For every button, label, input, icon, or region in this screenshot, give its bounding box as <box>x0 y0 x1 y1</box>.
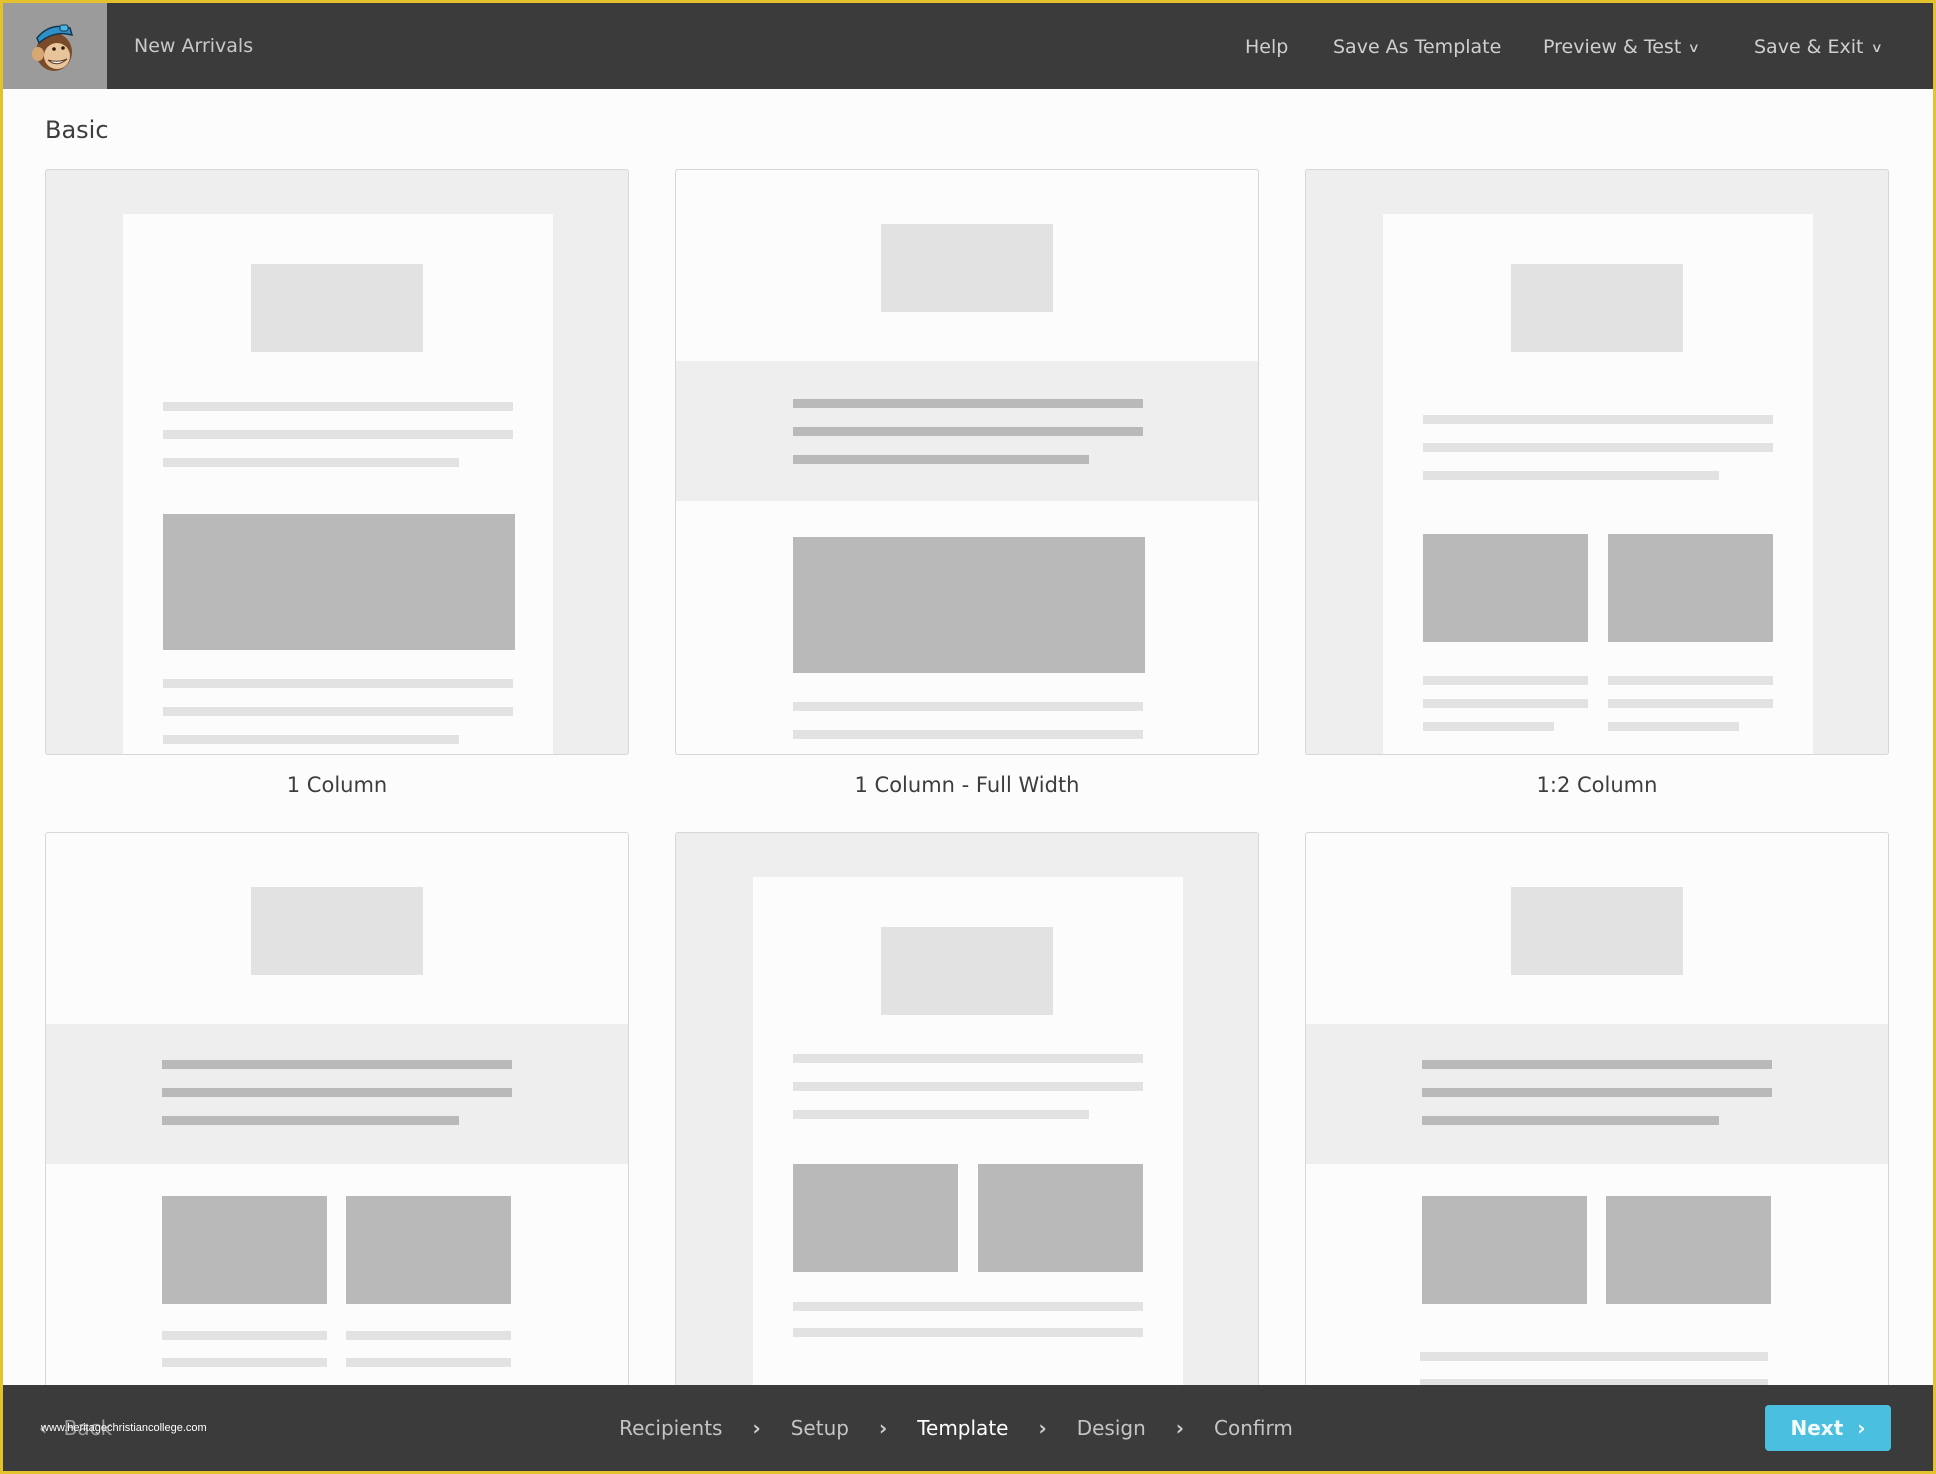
text-line-placeholder <box>163 430 513 439</box>
help-label: Help <box>1245 36 1289 58</box>
text-line-placeholder <box>793 1054 1143 1063</box>
chevron-right-icon: › <box>752 1416 761 1440</box>
text-line-placeholder <box>162 1358 327 1367</box>
text-line-placeholder <box>162 1060 512 1069</box>
template-card-1-2-column[interactable] <box>1305 169 1889 755</box>
text-line-placeholder <box>163 679 513 688</box>
text-line-placeholder <box>793 1328 1143 1337</box>
text-line-placeholder <box>793 455 1089 464</box>
text-line-placeholder <box>793 399 1143 408</box>
image-placeholder <box>1608 534 1773 642</box>
text-line-placeholder <box>162 1116 459 1125</box>
text-line-placeholder <box>1608 699 1773 708</box>
text-line-placeholder <box>163 735 459 744</box>
text-line-placeholder <box>793 1110 1089 1119</box>
text-line-placeholder <box>1608 676 1773 685</box>
template-card-6[interactable] <box>1305 832 1889 1418</box>
image-placeholder <box>1606 1196 1771 1304</box>
step-recipients[interactable]: Recipients <box>619 1416 722 1440</box>
section-title: Basic <box>45 116 109 144</box>
image-placeholder <box>793 537 1145 673</box>
next-button[interactable]: Next › <box>1765 1405 1891 1451</box>
text-line-placeholder <box>162 1331 327 1340</box>
image-placeholder <box>346 1196 511 1304</box>
preview-test-label: Preview & Test <box>1543 36 1682 58</box>
next-label: Next <box>1790 1416 1844 1440</box>
template-card-4[interactable] <box>45 832 629 1418</box>
template-label: 1 Column - Full Width <box>854 773 1080 797</box>
mailchimp-freddie-logo-icon <box>32 24 74 71</box>
step-confirm[interactable]: Confirm <box>1214 1416 1293 1440</box>
chevron-right-icon: › <box>1857 1416 1866 1440</box>
chevron-right-icon: › <box>1175 1416 1185 1440</box>
chevron-right-icon: › <box>878 1416 888 1440</box>
template-card-1-column[interactable] <box>45 169 629 755</box>
save-exit-dropdown[interactable]: Save & Exit ∨ <box>1754 3 1882 89</box>
text-line-placeholder <box>163 402 513 411</box>
text-line-placeholder <box>1423 676 1588 685</box>
text-line-placeholder <box>793 1302 1143 1311</box>
text-line-placeholder <box>1423 443 1773 452</box>
help-link[interactable]: Help <box>1245 3 1288 89</box>
text-line-placeholder <box>1422 1116 1719 1125</box>
logo-placeholder <box>251 264 423 352</box>
image-placeholder <box>978 1164 1143 1272</box>
template-card-1-column-full-width[interactable] <box>675 169 1259 755</box>
text-line-placeholder <box>1423 415 1773 424</box>
template-label: 1 Column <box>286 773 388 797</box>
email-preview-body <box>1383 214 1813 754</box>
text-line-placeholder <box>346 1358 511 1367</box>
text-line-placeholder <box>793 730 1143 739</box>
image-placeholder <box>793 1164 958 1272</box>
text-line-placeholder <box>793 1082 1143 1091</box>
preview-test-dropdown[interactable]: Preview & Test ∨ <box>1543 3 1700 89</box>
campaign-title: New Arrivals <box>134 35 254 57</box>
logo-button[interactable] <box>3 3 107 89</box>
text-line-placeholder <box>1420 1352 1768 1361</box>
text-line-placeholder <box>162 1088 512 1097</box>
text-line-placeholder <box>1423 722 1554 731</box>
text-line-placeholder <box>1422 1060 1772 1069</box>
save-exit-label: Save & Exit <box>1754 36 1864 58</box>
save-as-template-button[interactable]: Save As Template <box>1333 3 1501 89</box>
logo-placeholder <box>881 224 1053 312</box>
save-as-template-label: Save As Template <box>1333 36 1502 58</box>
chevron-right-icon: › <box>1038 1416 1047 1440</box>
wizard-footer: ‹ Back www.heritagechristiancollege.com … <box>3 1385 1933 1471</box>
template-card-5[interactable] <box>675 832 1259 1418</box>
step-template[interactable]: Template <box>917 1416 1008 1440</box>
image-placeholder <box>1422 1196 1587 1304</box>
text-line-placeholder <box>163 458 459 467</box>
template-label: 1:2 Column <box>1536 773 1658 797</box>
top-header: New Arrivals Help Save As Template Previ… <box>3 3 1933 89</box>
wizard-steps: Recipients › Setup › Template › Design ›… <box>3 1385 1933 1471</box>
app-frame: New Arrivals Help Save As Template Previ… <box>3 3 1933 1471</box>
email-preview-body <box>123 214 553 754</box>
logo-placeholder <box>1511 887 1683 975</box>
image-placeholder <box>1423 534 1588 642</box>
text-line-placeholder <box>1423 699 1588 708</box>
email-preview-body <box>753 877 1183 1417</box>
chevron-down-icon: ∨ <box>1870 41 1883 56</box>
text-line-placeholder <box>163 707 513 716</box>
text-line-placeholder <box>1608 722 1739 731</box>
logo-placeholder <box>251 887 423 975</box>
step-design[interactable]: Design <box>1077 1416 1146 1440</box>
text-line-placeholder <box>1423 471 1719 480</box>
logo-placeholder <box>881 927 1053 1015</box>
chevron-down-icon: ∨ <box>1687 41 1701 56</box>
text-line-placeholder <box>793 427 1143 436</box>
text-line-placeholder <box>793 702 1143 711</box>
logo-placeholder <box>1511 264 1683 352</box>
step-setup[interactable]: Setup <box>791 1416 849 1440</box>
image-placeholder <box>162 1196 327 1304</box>
text-line-placeholder <box>346 1331 511 1340</box>
image-placeholder <box>163 514 515 650</box>
text-line-placeholder <box>1422 1088 1772 1097</box>
